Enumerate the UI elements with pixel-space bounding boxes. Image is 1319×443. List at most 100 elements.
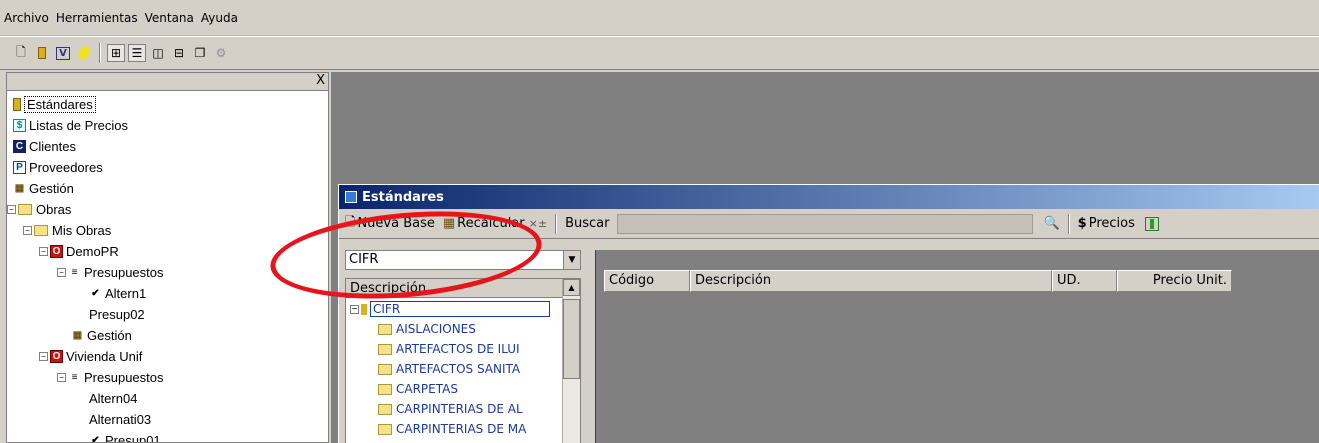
tree-item-vivienda-unif[interactable]: − O Vivienda Unif — [39, 346, 142, 367]
tree-item-altern04[interactable]: Altern04 — [89, 388, 137, 409]
close-icon[interactable]: X — [316, 73, 325, 88]
new-base-label: Nueva Base — [357, 216, 435, 231]
items-grid: Código Descripción UD. Precio Unit. — [595, 250, 1319, 443]
v-icon[interactable]: V — [54, 44, 72, 62]
database-icon[interactable] — [1144, 216, 1159, 231]
list-item[interactable]: ARTEFACTOS DE ILUI — [378, 339, 520, 359]
folder-icon — [378, 403, 392, 415]
p-icon: P — [13, 161, 26, 174]
list-item-label: ARTEFACTOS SANITA — [396, 362, 521, 376]
tree-item-alternati03[interactable]: Alternati03 — [89, 409, 151, 430]
menu-herramientas[interactable]: Herramientas — [56, 11, 138, 25]
tree-item-proveedores[interactable]: P Proveedores — [13, 157, 103, 178]
collapse-icon[interactable]: − — [57, 373, 66, 382]
tree-item-label: Estándares — [24, 96, 96, 113]
tree-view-icon[interactable]: ⊞ — [107, 44, 125, 62]
tree-item-label: Obras — [36, 202, 72, 217]
scroll-thumb[interactable] — [563, 299, 580, 379]
tree-item-gestion-demopr[interactable]: ▦ Gestión — [71, 325, 132, 346]
lightbulb-icon[interactable] — [75, 44, 93, 62]
list-icon: ≡ — [71, 266, 78, 278]
collapse-icon[interactable]: − — [39, 247, 48, 256]
database-icon[interactable] — [33, 44, 51, 62]
list-item[interactable]: ARTEFACTOS SANITA — [378, 359, 520, 379]
toolbar-separator — [99, 43, 101, 63]
tree-item-mis-obras[interactable]: − Mis Obras — [23, 220, 111, 241]
scroll-up-icon[interactable]: ▲ — [563, 279, 580, 296]
list-item[interactable]: CARPINTERIAS DE AL — [378, 399, 523, 419]
building-icon: ▦ — [14, 182, 25, 194]
list-item[interactable]: CARPETAS — [378, 379, 458, 399]
column-codigo[interactable]: Código — [604, 270, 690, 292]
search-label: Buscar — [565, 216, 610, 231]
column-ud[interactable]: UD. — [1052, 270, 1117, 292]
tree-item-altern1[interactable]: ✔ Altern1 — [89, 283, 146, 304]
collapse-icon[interactable]: − — [350, 304, 359, 314]
list-item[interactable]: CARPINTERIAS DE MA — [378, 419, 526, 439]
description-header[interactable]: Descripción — [346, 279, 580, 298]
grid-header: Código Descripción UD. Precio Unit. — [604, 270, 1232, 292]
tree-item-label: Alternati03 — [89, 412, 152, 427]
recalcular-button[interactable]: ▦ Recalcular — [443, 216, 525, 231]
collapse-icon[interactable]: − — [23, 226, 32, 235]
toolbar-separator — [1067, 213, 1070, 234]
list-item-label: ARTEFACTOS DE ILUI — [396, 342, 520, 356]
gear-icon[interactable]: ⚙ — [212, 44, 230, 62]
window-title: Estándares — [362, 189, 444, 205]
column-precio-unit[interactable]: Precio Unit. — [1117, 270, 1232, 292]
tree-item-obras[interactable]: − Obras — [7, 199, 71, 220]
list-item-label: CIFR — [370, 301, 550, 317]
column-descripcion[interactable]: Descripción — [690, 270, 1052, 292]
tree-item-gestion[interactable]: ▦ Gestión — [13, 178, 74, 199]
new-doc-icon[interactable]: 🗋 — [12, 44, 30, 62]
menu-archivo[interactable]: Archivo — [4, 11, 49, 25]
precios-button[interactable]: $ Precios — [1078, 216, 1135, 231]
tree-item-listas-de-precios[interactable]: $ Listas de Precios — [13, 115, 128, 136]
tree-item-demopr[interactable]: − O DemoPR — [39, 241, 119, 262]
list-item[interactable]: − CIFR — [350, 299, 550, 319]
window-title-bar[interactable]: Estándares — [339, 185, 1319, 209]
list-view-icon[interactable]: ☰ — [128, 44, 146, 62]
menu-ventana[interactable]: Ventana — [145, 11, 194, 25]
split-vertical-icon[interactable]: ◫ — [149, 44, 167, 62]
new-base-button[interactable]: 🗋 Nueva Base — [345, 213, 435, 235]
split-horizontal-icon[interactable]: ⊟ — [170, 44, 188, 62]
windows-icon[interactable]: ❐ — [191, 44, 209, 62]
check-icon: ✔ — [91, 287, 100, 299]
list-icon: ≡ — [71, 371, 78, 383]
tree-item-presup02[interactable]: Presup02 — [89, 304, 145, 325]
tree-item-label: Vivienda Unif — [66, 349, 143, 364]
menu-ayuda[interactable]: Ayuda — [201, 11, 238, 25]
list-item[interactable]: AISLACIONES — [378, 319, 476, 339]
check-icon: ✔ — [91, 434, 100, 443]
base-selector[interactable]: CIFR ▼ — [345, 250, 581, 270]
estandares-window: Estándares 🗋 Nueva Base ▦ Recalcular ×± … — [338, 184, 1319, 443]
o-icon: O — [50, 245, 63, 258]
database-icon — [13, 98, 21, 111]
chevron-down-icon[interactable]: ▼ — [563, 251, 580, 269]
sort-button[interactable]: ×± — [529, 217, 547, 230]
tree-item-label: Gestión — [29, 181, 74, 196]
tree-item-presup01[interactable]: ✔ Presup01 — [89, 430, 161, 443]
vertical-scrollbar[interactable]: ▲ — [562, 279, 580, 443]
tree-item-clientes[interactable]: C Clientes — [13, 136, 76, 157]
binoculars-icon[interactable]: 🔍 — [1043, 216, 1059, 231]
folder-icon — [378, 323, 392, 335]
recalcular-label: Recalcular — [457, 216, 525, 231]
building-icon: ▦ — [72, 329, 83, 341]
tree-item-label: Gestión — [87, 328, 132, 343]
dollar-icon: $ — [13, 119, 26, 132]
collapse-icon[interactable]: − — [7, 205, 16, 214]
tree-item-presupuestos-vivienda[interactable]: − ≡ Presupuestos — [57, 367, 164, 388]
collapse-icon[interactable]: − — [39, 352, 48, 361]
collapse-icon[interactable]: − — [57, 268, 66, 277]
o-icon: O — [50, 350, 63, 363]
tree-item-label: Presup01 — [105, 433, 161, 443]
window-toolbar: 🗋 Nueva Base ▦ Recalcular ×± Buscar 🔍 $ … — [339, 209, 1319, 239]
tree-item-estandares[interactable]: Estándares — [13, 94, 96, 115]
search-input[interactable] — [617, 213, 1034, 234]
tree-item-presupuestos[interactable]: − ≡ Presupuestos — [57, 262, 164, 283]
tree-item-label: Altern1 — [105, 286, 147, 301]
toolbar-separator — [555, 213, 558, 234]
dollar-icon: $ — [1077, 216, 1087, 231]
